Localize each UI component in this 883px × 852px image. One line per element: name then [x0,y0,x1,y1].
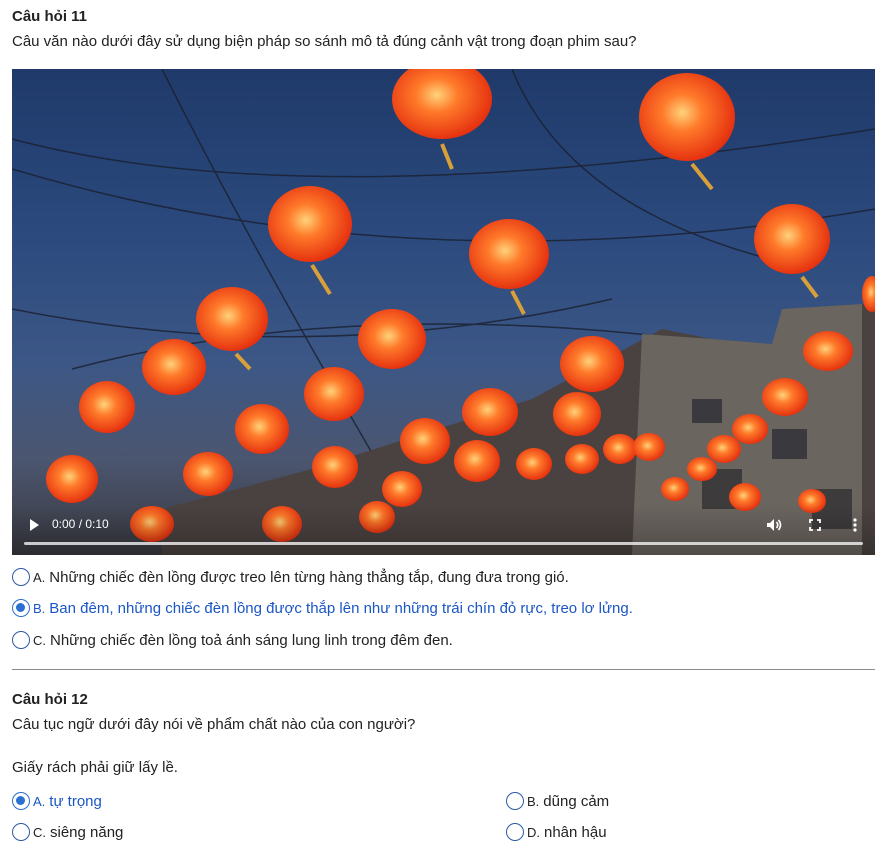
q11-option-c-letter: C. [33,632,46,648]
q12-option-c-radio[interactable] [12,823,30,841]
question-11-text: Câu văn nào dưới đây sử dụng biện pháp s… [12,33,637,50]
q11-option-a-letter: A. [33,569,46,585]
video-player[interactable]: 0:00 / 0:10 [12,69,875,555]
q12-option-b[interactable]: B. dũng cảm [506,792,609,810]
q12-option-a[interactable]: A. tự trọng [12,792,102,810]
q12-option-c-letter: C. [33,824,46,840]
video-time: 0:00 / 0:10 [52,517,109,531]
video-progress-bar[interactable] [24,542,863,545]
question-divider [12,669,875,670]
q12-option-b-radio[interactable] [506,792,524,810]
q11-option-c-radio[interactable] [12,631,30,649]
play-icon[interactable] [26,517,42,533]
video-controls: 0:00 / 0:10 [12,505,875,555]
q12-option-c-text: siêng năng [50,823,124,841]
more-options-icon[interactable] [845,515,865,535]
q11-option-b-radio[interactable] [12,599,30,617]
q11-option-a-radio[interactable] [12,568,30,586]
q12-option-b-letter: B. [527,793,540,809]
question-11-title: Câu hỏi 11 [12,8,88,25]
q12-option-d-text: nhân hậu [544,823,607,841]
q12-option-d[interactable]: D. nhân hậu [506,823,607,841]
q12-option-d-radio[interactable] [506,823,524,841]
question-12-text: Câu tục ngữ dưới đây nói về phẩm chất nà… [12,716,416,733]
q12-option-d-letter: D. [527,824,540,840]
q11-option-a[interactable]: A. Những chiếc đèn lồng được treo lên từ… [12,568,569,586]
q11-option-b[interactable]: B. Ban đêm, những chiếc đèn lồng được th… [12,599,633,617]
q12-option-a-text: tự trọng [49,792,102,810]
q12-option-a-letter: A. [33,793,46,809]
fullscreen-icon[interactable] [805,515,825,535]
q12-option-a-radio[interactable] [12,792,30,810]
q11-option-c-text: Những chiếc đèn lồng toả ánh sáng lung l… [50,631,453,649]
question-12-proverb: Giấy rách phải giữ lấy lề. [12,759,178,776]
lantern-video-frame [12,69,875,555]
q11-option-b-letter: B. [33,600,46,616]
q12-option-c[interactable]: C. siêng năng [12,823,123,841]
question-12-title: Câu hỏi 12 [12,691,88,708]
q11-option-b-text: Ban đêm, những chiếc đèn lồng được thắp … [49,599,633,617]
q11-option-c[interactable]: C. Những chiếc đèn lồng toả ánh sáng lun… [12,631,453,649]
volume-icon[interactable] [764,515,784,535]
q12-option-b-text: dũng cảm [543,792,610,810]
q11-option-a-text: Những chiếc đèn lồng được treo lên từng … [49,568,569,586]
